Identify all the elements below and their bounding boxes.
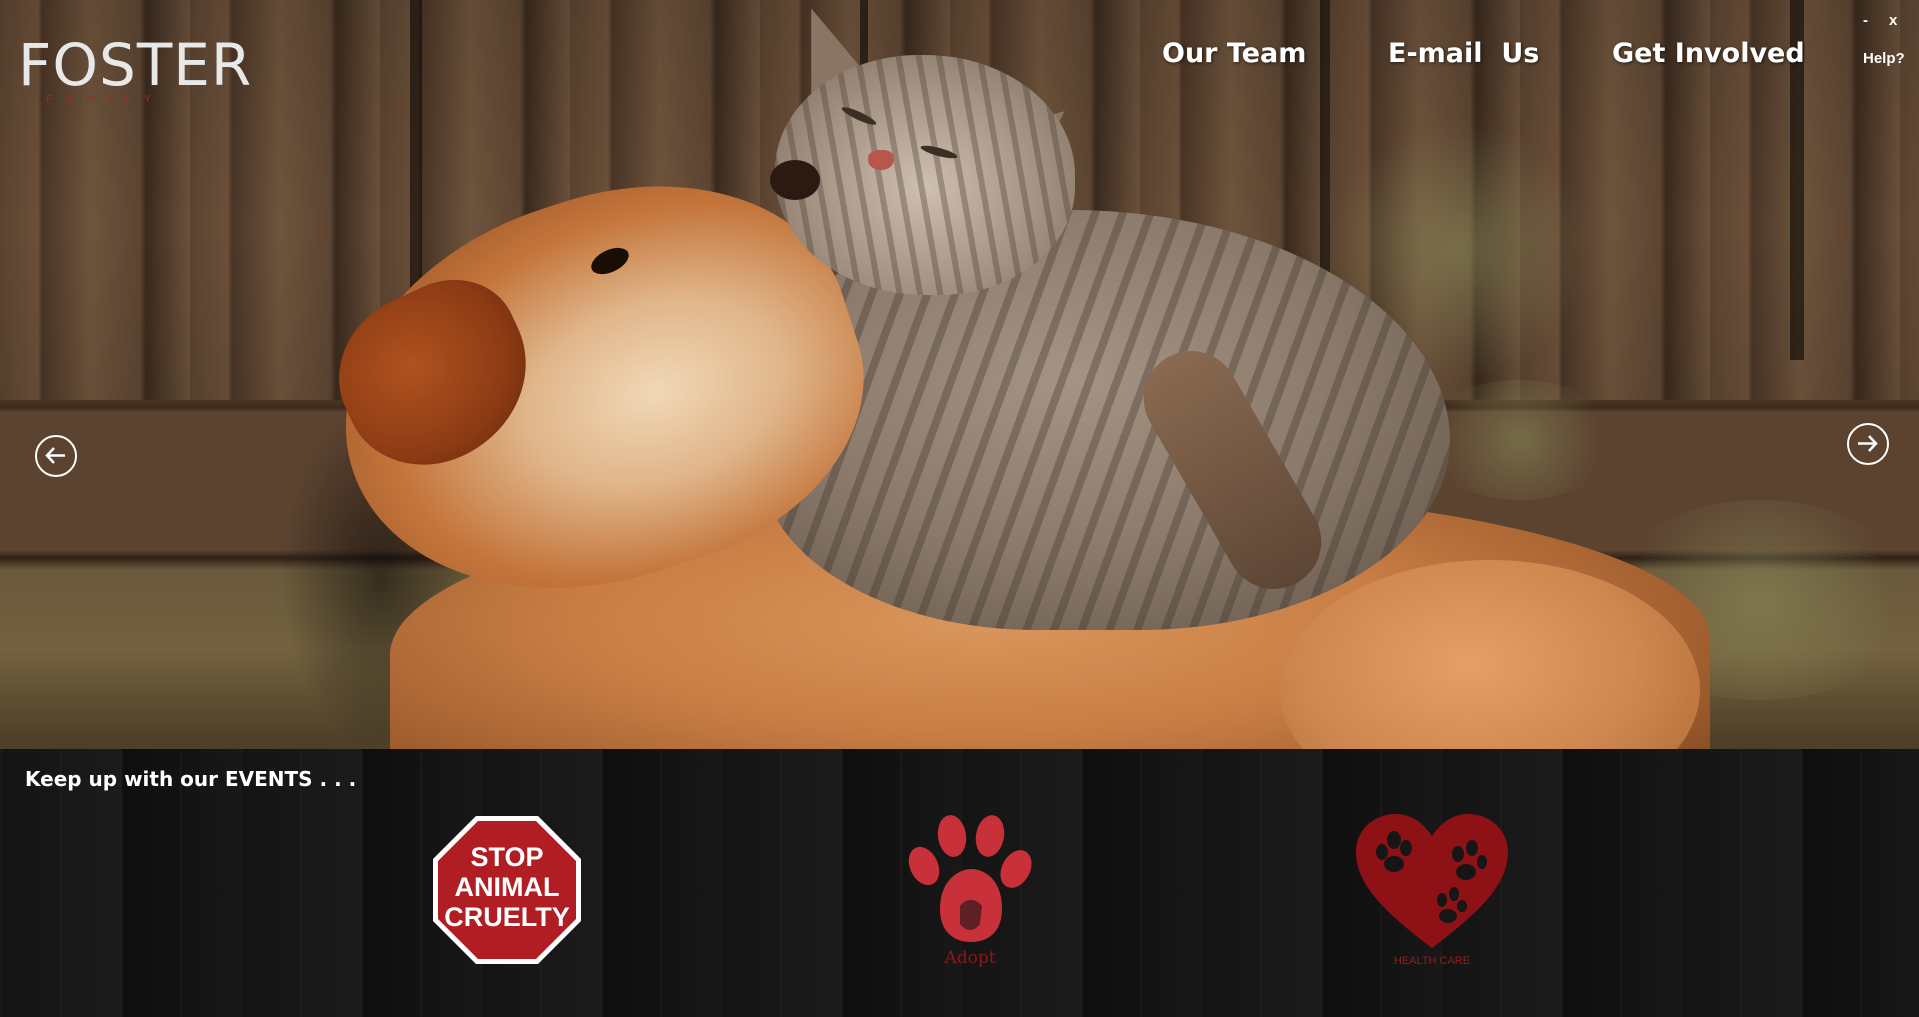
nav-our-team[interactable]: Our Team	[1162, 38, 1306, 69]
arrow-left-icon	[45, 447, 65, 464]
stop-sign-line-3: CRUELTY	[444, 902, 570, 932]
event-adopt[interactable]: Adopt	[900, 814, 1040, 974]
nav-email-us[interactable]: E-mail Us	[1388, 38, 1539, 69]
dog-nose	[770, 160, 820, 200]
plank-gap	[410, 0, 422, 300]
help-link[interactable]: Help?	[1863, 50, 1905, 67]
cat-head	[775, 55, 1075, 295]
arrow-right-icon	[1858, 435, 1878, 452]
close-button[interactable]: x	[1889, 12, 1897, 29]
stop-sign-line-2: ANIMAL	[455, 872, 560, 902]
cat-nose	[868, 150, 894, 170]
events-section: Keep up with our EVENTS . . . STOP ANIMA…	[0, 749, 1919, 1017]
hero-image-slider: FOSTER FAMILY Our Team E-mail Us Get Inv…	[0, 0, 1919, 749]
events-title: Keep up with our EVENTS . . .	[25, 767, 357, 791]
slider-prev-button[interactable]	[35, 435, 77, 477]
nav-get-involved[interactable]: Get Involved	[1612, 38, 1805, 69]
logo-subtext: FAMILY	[46, 94, 165, 105]
adopt-label: Adopt	[944, 948, 996, 968]
stop-sign-line-1: STOP	[470, 842, 543, 872]
paw-print-icon	[908, 815, 1032, 942]
health-care-label: HEALTH CARE	[1393, 955, 1471, 967]
minimize-button[interactable]: -	[1863, 12, 1868, 29]
event-stop-animal-cruelty[interactable]: STOP ANIMAL CRUELTY	[431, 814, 583, 966]
event-health-care[interactable]: HEALTH CARE	[1354, 812, 1510, 976]
foster-logo[interactable]: FOSTER FAMILY	[18, 36, 251, 106]
slider-next-button[interactable]	[1847, 423, 1889, 465]
moss	[1420, 380, 1620, 500]
stop-sign-icon: STOP ANIMAL CRUELTY	[433, 816, 581, 964]
logo-wordmark: FOSTER	[18, 31, 253, 99]
heart-paws-icon	[1356, 814, 1508, 948]
